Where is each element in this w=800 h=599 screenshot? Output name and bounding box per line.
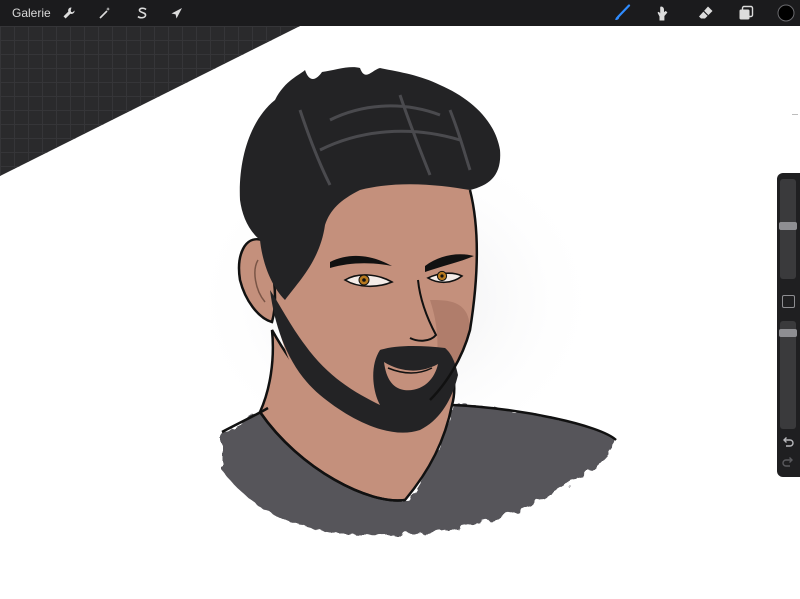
redo-icon[interactable] bbox=[781, 455, 795, 469]
adjustments-magic-wand-icon[interactable] bbox=[95, 3, 115, 23]
side-panel bbox=[777, 173, 800, 477]
smudge-icon[interactable] bbox=[652, 3, 672, 23]
portrait-artwork bbox=[185, 67, 617, 536]
modify-square-button[interactable] bbox=[782, 295, 795, 308]
brush-size-slider-thumb[interactable] bbox=[779, 221, 797, 230]
canvas-marker bbox=[792, 114, 798, 115]
layers-icon[interactable] bbox=[736, 3, 756, 23]
gallery-button[interactable]: Galerie bbox=[12, 6, 51, 20]
color-swatch-icon[interactable] bbox=[776, 3, 796, 23]
undo-icon[interactable] bbox=[781, 435, 795, 449]
opacity-slider[interactable] bbox=[780, 321, 796, 429]
selection-s-icon[interactable] bbox=[132, 3, 152, 23]
brush-icon[interactable] bbox=[612, 3, 632, 23]
top-toolbar: Galerie bbox=[0, 0, 800, 26]
opacity-slider-thumb[interactable] bbox=[779, 329, 797, 337]
actions-wrench-icon[interactable] bbox=[59, 3, 79, 23]
transform-arrow-cursor-icon[interactable] bbox=[167, 3, 187, 23]
eraser-icon[interactable] bbox=[696, 3, 716, 23]
